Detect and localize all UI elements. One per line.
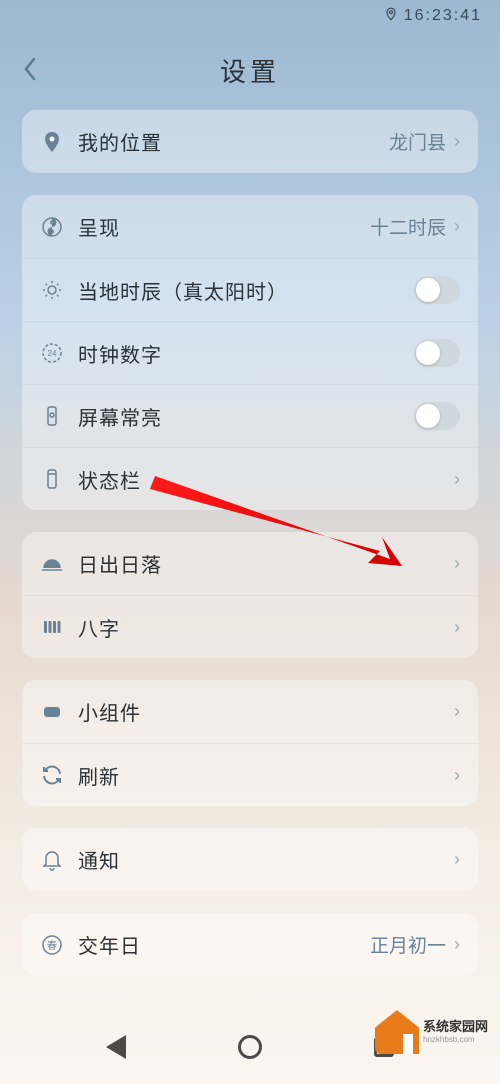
refresh-icon: [40, 763, 64, 787]
row-presentation[interactable]: 呈现 十二时辰 ›: [22, 195, 478, 258]
watermark: 系统家园网 hnzkhbsb.com: [375, 1002, 500, 1062]
row-widget[interactable]: 小组件 ›: [22, 680, 478, 743]
toggle-clock-digits[interactable]: [414, 339, 460, 367]
row-sunrise-sunset[interactable]: 日出日落 ›: [22, 532, 478, 595]
row-label: 呈现: [78, 212, 370, 241]
row-label: 时钟数字: [78, 339, 414, 368]
watermark-text: 系统家园网: [423, 1019, 488, 1035]
row-label: 屏幕常亮: [78, 402, 414, 431]
sunrise-icon: [40, 552, 64, 576]
nav-home-button[interactable]: [238, 1035, 262, 1059]
location-status-icon: [384, 7, 398, 26]
watermark-url: hnzkhbsb.com: [423, 1035, 488, 1045]
row-value: 十二时辰: [370, 213, 446, 240]
nav-back-button[interactable]: [106, 1035, 126, 1059]
statusbar-icon: [40, 467, 64, 491]
toggle-local-solar-time[interactable]: [414, 276, 460, 304]
row-label: 小组件: [78, 697, 454, 726]
bell-icon: [40, 848, 64, 872]
chevron-right-icon: ›: [454, 216, 460, 237]
status-bar: 16:23:41: [0, 0, 500, 32]
settings-group: 春 交年日 正月初一 ›: [22, 913, 478, 976]
row-new-year-day[interactable]: 春 交年日 正月初一 ›: [22, 913, 478, 976]
row-label: 当地时辰（真太阳时）: [78, 276, 414, 305]
row-label: 状态栏: [78, 465, 454, 494]
chevron-right-icon: ›: [454, 765, 460, 786]
yinyang-icon: [40, 215, 64, 239]
chevron-right-icon: ›: [454, 469, 460, 490]
settings-group: 小组件 › 刷新 ›: [22, 680, 478, 806]
chevron-right-icon: ›: [454, 849, 460, 870]
row-label: 刷新: [78, 761, 454, 790]
location-pin-icon: [40, 130, 64, 154]
page-title: 设置: [220, 52, 280, 89]
row-status-bar-setting[interactable]: 状态栏 ›: [22, 447, 478, 510]
bazi-icon: [40, 615, 64, 639]
svg-text:春: 春: [47, 940, 57, 952]
row-bazi[interactable]: 八字 ›: [22, 595, 478, 658]
row-local-solar-time: 当地时辰（真太阳时）: [22, 258, 478, 321]
settings-group: 呈现 十二时辰 › 当地时辰（真太阳时） 24 时钟数字 屏幕常亮 状态栏 ›: [22, 195, 478, 510]
row-clock-digits: 24 时钟数字: [22, 321, 478, 384]
settings-group: 我的位置 龙门县 ›: [22, 110, 478, 173]
row-refresh[interactable]: 刷新 ›: [22, 743, 478, 806]
row-my-location[interactable]: 我的位置 龙门县 ›: [22, 110, 478, 173]
spring-icon: 春: [40, 933, 64, 957]
row-value: 龙门县: [389, 128, 446, 155]
row-label: 通知: [78, 845, 454, 874]
settings-group: 通知 ›: [22, 828, 478, 891]
chevron-right-icon: ›: [454, 934, 460, 955]
row-label: 我的位置: [78, 127, 389, 156]
settings-content: 我的位置 龙门县 › 呈现 十二时辰 › 当地时辰（真太阳时） 24 时钟数字 …: [22, 110, 478, 998]
widget-icon: [40, 700, 64, 724]
sun-icon: [40, 278, 64, 302]
settings-group: 日出日落 › 八字 ›: [22, 532, 478, 658]
status-time: 16:23:41: [404, 7, 482, 25]
row-label: 交年日: [78, 930, 370, 959]
row-label: 八字: [78, 613, 454, 642]
phone-bright-icon: [40, 404, 64, 428]
chevron-right-icon: ›: [454, 553, 460, 574]
row-notifications[interactable]: 通知 ›: [22, 828, 478, 891]
row-label: 日出日落: [78, 549, 454, 578]
row-value: 正月初一: [370, 931, 446, 958]
toggle-keep-screen-on[interactable]: [414, 402, 460, 430]
svg-text:24: 24: [48, 349, 57, 358]
clock24-icon: 24: [40, 341, 64, 365]
chevron-right-icon: ›: [454, 617, 460, 638]
chevron-right-icon: ›: [454, 131, 460, 152]
watermark-logo-icon: [375, 1010, 419, 1054]
row-keep-screen-on: 屏幕常亮: [22, 384, 478, 447]
header: 设置: [0, 40, 500, 100]
chevron-right-icon: ›: [454, 701, 460, 722]
back-button[interactable]: [22, 56, 38, 89]
